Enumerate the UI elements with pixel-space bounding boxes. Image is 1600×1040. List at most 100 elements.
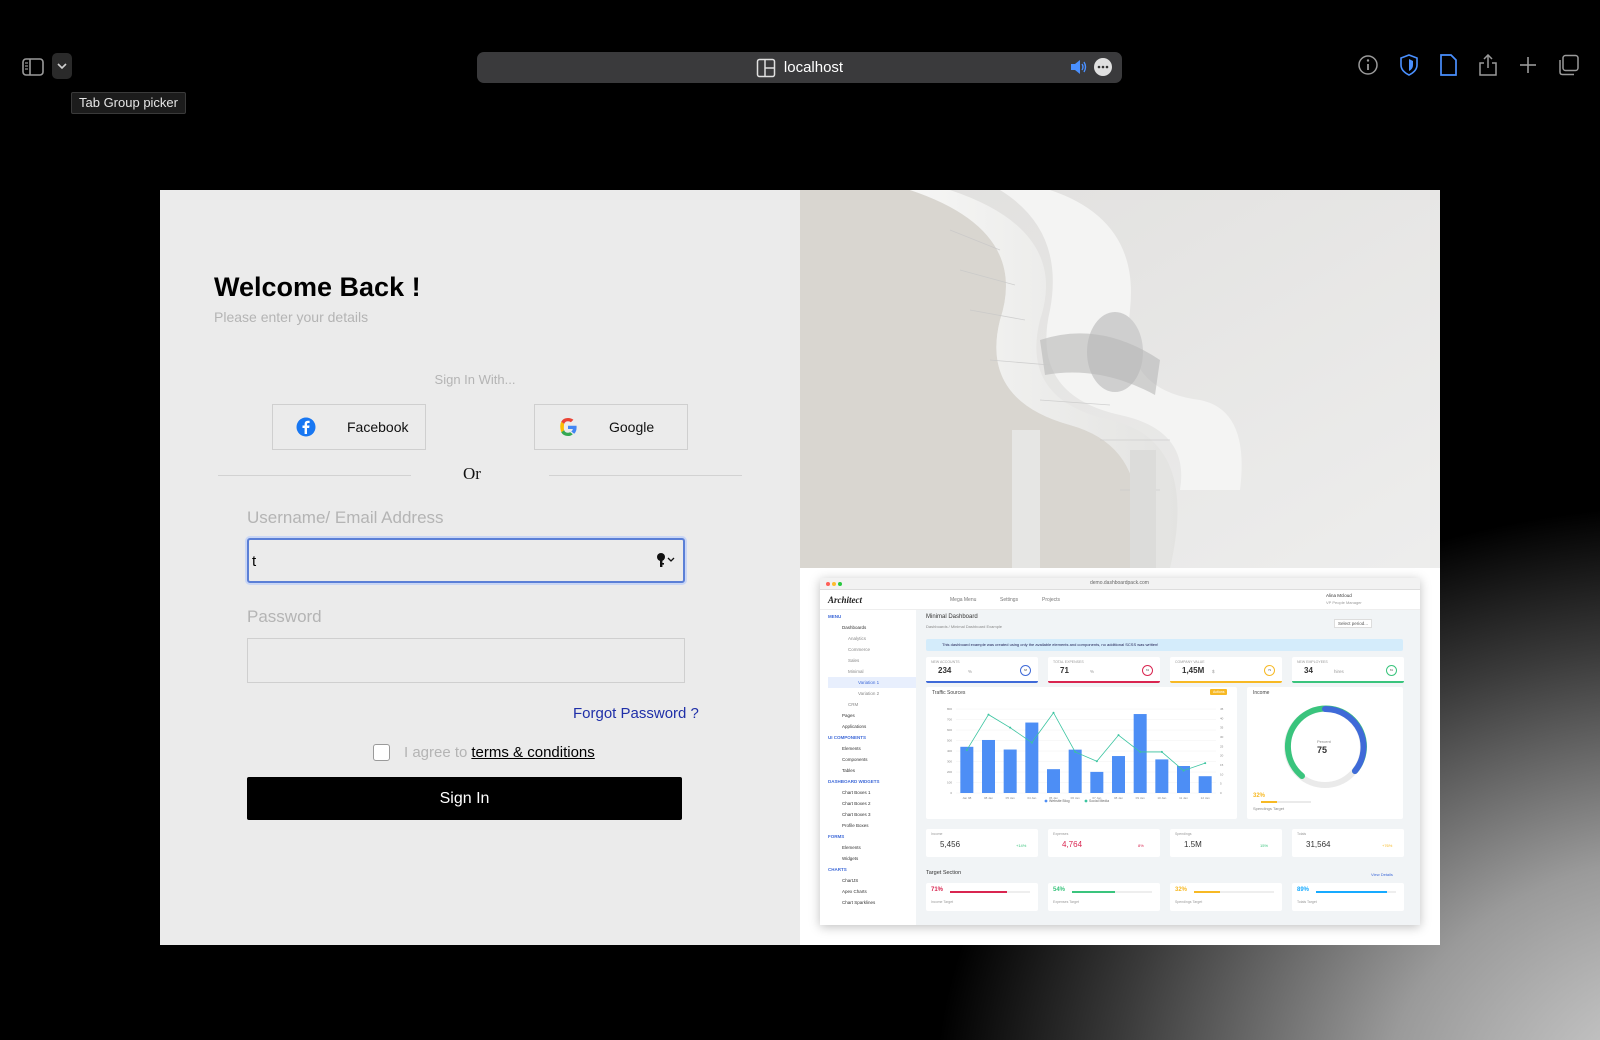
stat-ring: 81 [1386, 665, 1397, 676]
traffic-point [1204, 762, 1207, 765]
tab-overview-icon [756, 58, 776, 78]
preview-sidebar-item: Pages [842, 713, 855, 718]
traffic-point [1182, 769, 1185, 772]
stat-unit: % [1090, 669, 1095, 674]
preview-sidebar-item: Sales [848, 658, 860, 663]
total-card: Expenses 4,764 8% [1048, 829, 1160, 857]
shield-extension-icon[interactable] [1398, 54, 1420, 81]
preview-sidebar-item: Apex Charts [842, 889, 867, 894]
preview-sidebar-item: Tables [842, 768, 856, 773]
page-document-icon[interactable] [1438, 54, 1458, 81]
stat-label: COMPANY VALUE [1175, 660, 1205, 664]
login-form-panel: Welcome Back ! Please enter your details… [160, 190, 800, 945]
x-tick: Jan 98 [962, 796, 971, 800]
traffic-point [1052, 711, 1055, 714]
target-pct: 89% [1297, 887, 1310, 893]
tab-overview-icon[interactable] [1558, 54, 1580, 81]
total-value: 4,764 [1062, 840, 1083, 849]
target-label: Spendings Target [1175, 900, 1203, 904]
chevron-down-icon [57, 63, 67, 69]
divider-left [218, 475, 411, 476]
preview-sidebar-item: Widgets [842, 856, 859, 861]
y-right-tick: 0 [1220, 791, 1222, 795]
preview-sidebar-item: Elements [842, 746, 861, 751]
preview-sidebar-heading: MENU [828, 614, 842, 619]
income-percent-label: Percent [1317, 739, 1331, 744]
traffic-bar [1025, 722, 1039, 793]
new-tab-icon[interactable] [1518, 54, 1538, 81]
income-target-pct: 32% [1253, 793, 1266, 799]
traffic-bar [1155, 759, 1169, 793]
preview-sidebar-heading: UI COMPONENTS [828, 735, 867, 740]
traffic-point [965, 749, 968, 752]
stat-ring: 63 [1142, 665, 1153, 676]
stat-card: NEW ACCOUNTS 234% 68 [926, 657, 1038, 683]
password-autofill-key-icon[interactable] [655, 552, 677, 568]
preview-sidebar-heading: CHARTS [828, 867, 847, 872]
preview-brand: Architect [828, 595, 862, 605]
sidebar-toggle-icon[interactable] [20, 54, 46, 80]
facebook-label: Facebook [347, 419, 409, 435]
stat-value: 71 [1060, 666, 1069, 675]
target-card: 71% Income Target [926, 883, 1038, 911]
facebook-login-button[interactable]: Facebook [272, 404, 426, 450]
forgot-password-link[interactable]: Forgot Password ? [573, 705, 699, 722]
y-left-tick: 0 [950, 791, 952, 795]
traffic-bar [1112, 756, 1125, 793]
traffic-bar [1090, 771, 1104, 793]
x-tick: 11 Jan [1179, 796, 1188, 800]
username-input[interactable]: t [247, 538, 685, 583]
preview-url: demo.dashboardpack.com [1090, 580, 1149, 586]
info-icon[interactable] [1357, 54, 1379, 81]
preview-sidebar-item: ChartJS [842, 878, 859, 883]
stat-card: COMPANY VALUE 1,45M $79 [1170, 657, 1282, 683]
target-label: Totals Target [1297, 900, 1317, 904]
x-tick: 12 Jan [1201, 796, 1210, 800]
share-icon[interactable] [1478, 53, 1498, 81]
sign-in-with-label: Sign In With... [160, 372, 800, 387]
google-icon [557, 416, 579, 438]
facebook-icon [295, 416, 317, 438]
stat-label: NEW ACCOUNTS [931, 660, 960, 664]
address-bar[interactable]: localhost [477, 52, 1122, 83]
divider-right [549, 475, 742, 476]
target-pct: 32% [1175, 887, 1188, 893]
speaker-icon[interactable] [1070, 59, 1088, 80]
y-right-tick: 20 [1220, 754, 1224, 758]
terms-link[interactable]: terms & conditions [471, 744, 594, 761]
tab-group-picker-button[interactable] [52, 53, 72, 79]
preview-top-menu-3: Projects [1042, 597, 1061, 603]
y-left-tick: 100 [947, 781, 952, 785]
y-right-tick: 40 [1220, 716, 1224, 720]
traffic-point [1139, 750, 1142, 753]
y-left-tick: 200 [947, 770, 952, 774]
income-card: Income Percent 75 32% Spendings Target [1247, 687, 1403, 819]
total-card: Income 5,456 +14% [926, 829, 1038, 857]
password-input[interactable] [247, 638, 685, 683]
preview-sidebar-item: Analytics [848, 636, 867, 641]
y-left-tick: 400 [947, 749, 952, 753]
preview-user-name: Alina Mcloud [1326, 593, 1352, 598]
stat-unit: hires [1334, 669, 1344, 674]
legend-swatch [1044, 799, 1048, 803]
target-label: Expenses Target [1053, 900, 1080, 904]
sign-in-button[interactable]: Sign In [247, 777, 682, 820]
traffic-bar [1003, 749, 1017, 793]
x-tick: 04 Jan [1027, 796, 1036, 800]
total-card: Totals 31,564 +76% [1292, 829, 1404, 857]
google-login-button[interactable]: Google [534, 404, 688, 450]
income-percent: 75 [1317, 745, 1328, 755]
tab-group-tooltip: Tab Group picker [71, 92, 186, 114]
total-value: 1.5M [1184, 840, 1202, 849]
target-fill [950, 891, 1007, 893]
target-card: 32% Spendings Target [1170, 883, 1282, 911]
x-tick: 05 Jan [1006, 796, 1015, 800]
terms-checkbox[interactable] [373, 744, 390, 761]
more-options-icon[interactable] [1094, 58, 1112, 76]
y-right-tick: 45 [1220, 707, 1224, 711]
stat-unit: % [968, 669, 973, 674]
preview-alert: This dashboard example was created using… [926, 639, 1403, 651]
preview-sidebar-item: Variation 1 [828, 677, 916, 688]
traffic-point [1117, 734, 1120, 737]
traffic-chart: 8007006005004003002001000454035302520151… [947, 707, 1224, 803]
